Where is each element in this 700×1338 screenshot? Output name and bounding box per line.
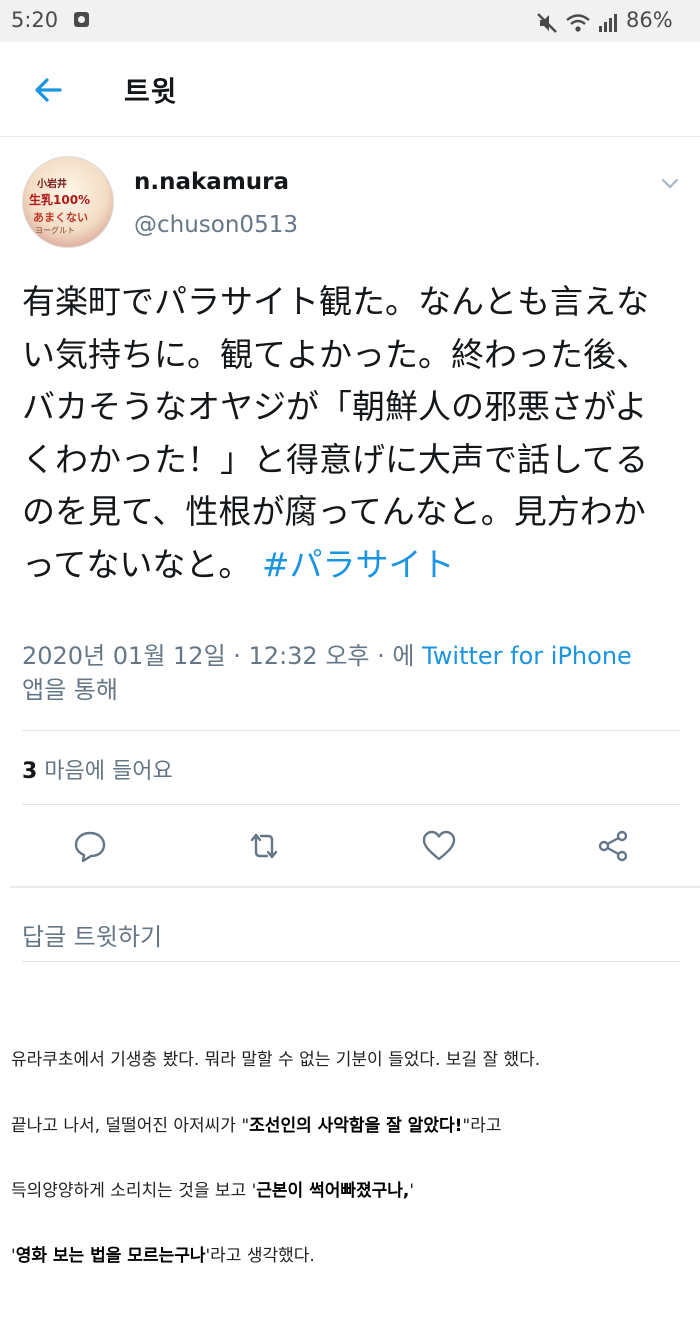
chevron-down-icon[interactable] (660, 176, 680, 190)
like-icon[interactable] (421, 828, 457, 864)
tweet-meta: 2020년 01월 12일 · 12:32 오후 · 에 Twitter for… (22, 639, 672, 707)
signal-icon (599, 14, 618, 32)
avatar-text-line1: 生乳100% (29, 193, 91, 207)
reply-input[interactable]: 답글 트윗하기 (22, 917, 162, 952)
divider (10, 886, 700, 888)
caption-bold: 영화 보는 법을 모르는구나 (15, 1246, 206, 1266)
wifi-icon (565, 14, 590, 32)
caption-line: '영화 보는 법을 모르는구나'라고 생각했다. (11, 1241, 315, 1266)
divider (22, 804, 680, 805)
app-bar: 트윗 (0, 42, 700, 137)
avatar-text-line3: ヨーグルト (35, 226, 75, 235)
caption-text: 끝나고 나서, 덜떨어진 아저씨가 " (11, 1116, 250, 1136)
mute-icon (537, 13, 557, 33)
caption-text: '라고 생각했다. (205, 1246, 315, 1266)
back-arrow-icon[interactable] (30, 72, 66, 108)
avatar-text-top: 小岩井 (37, 179, 67, 190)
avatar-text-line2: あまくない (33, 211, 88, 224)
likes-label: 마음에 들어요 (37, 759, 173, 784)
retweet-icon[interactable] (246, 828, 282, 864)
tweet-body: 有楽町でパラサイト観た。なんとも言えない気持ちに。観てよかった。終わった後、バカ… (22, 282, 649, 584)
tweet-source-link[interactable]: Twitter for iPhone (422, 642, 632, 670)
caption-line: 끝나고 나서, 덜떨어진 아저씨가 "조선인의 사악함을 잘 알았다!"라고 (11, 1111, 501, 1136)
tweet-source-suffix: 앱을 통해 (22, 676, 118, 704)
status-icons (536, 10, 619, 34)
caption-text: 유라쿠초에서 기생충 봤다. 뭐라 말할 수 없는 기분이 들었다. 보길 잘 … (11, 1050, 541, 1070)
notification-icon (74, 12, 89, 27)
tweet-text: 有楽町でパラサイト観た。なんとも言えない気持ちに。観てよかった。終わった後、バカ… (22, 276, 672, 591)
user-handle[interactable]: @chuson0513 (134, 212, 298, 238)
caption-line: 유라쿠초에서 기생충 봤다. 뭐라 말할 수 없는 기분이 들었다. 보길 잘 … (11, 1045, 540, 1070)
battery-level: 86% (626, 8, 673, 32)
caption-text: "라고 (462, 1116, 502, 1136)
likes-count[interactable]: 3 마음에 들어요 (22, 753, 173, 785)
divider (22, 961, 680, 962)
avatar[interactable]: 小岩井 生乳100% あまくない ヨーグルト (22, 156, 114, 248)
tweet-timestamp: 2020년 01월 12일 · 12:32 오후 · 에 (22, 642, 423, 670)
reply-icon[interactable] (72, 828, 108, 864)
caption-text: ' (409, 1181, 415, 1201)
status-time: 5:20 (11, 8, 59, 32)
caption-bold: 조선인의 사악함을 잘 알았다! (249, 1116, 463, 1136)
likes-number: 3 (22, 759, 38, 784)
caption-text: 득의양양하게 소리치는 것을 보고 ' (11, 1181, 257, 1201)
share-icon[interactable] (595, 828, 631, 864)
caption-line: 득의양양하게 소리치는 것을 보고 '근본이 썩어빠졌구나,' (11, 1176, 414, 1201)
hashtag-link[interactable]: #パラサイト (262, 545, 455, 584)
display-name[interactable]: n.nakamura (134, 169, 289, 195)
divider (22, 730, 680, 731)
status-bar: 5:20 86% (0, 0, 700, 42)
page-title: 트윗 (124, 75, 178, 108)
caption-bold: 근본이 썩어빠졌구나, (256, 1181, 410, 1201)
